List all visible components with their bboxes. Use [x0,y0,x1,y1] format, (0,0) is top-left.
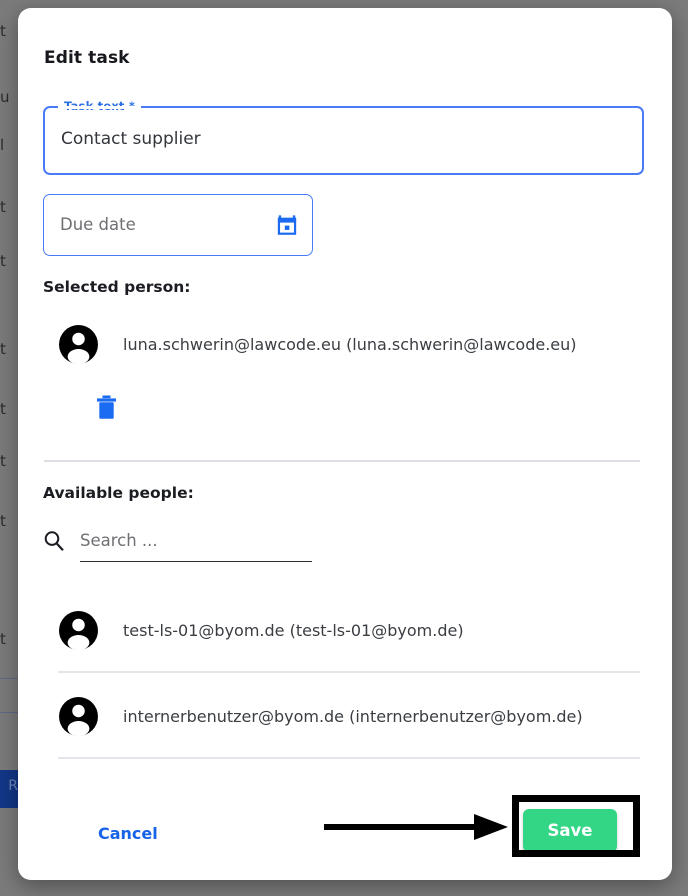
background-text-fragment: t [0,198,6,216]
background-text-fragment: t [0,452,6,470]
list-divider [58,671,640,673]
cancel-button[interactable]: Cancel [88,816,168,851]
background-text-fragment: t [0,400,6,418]
background-text-fragment: u [0,88,10,106]
background-nav-band-label: R [8,778,18,794]
background-text-fragment: t [0,630,6,648]
selected-person-heading: Selected person: [43,278,191,296]
selected-person-row[interactable]: luna.schwerin@lawcode.eu (luna.schwerin@… [35,316,577,372]
delete-selected-person-button[interactable] [90,390,122,424]
available-person-name: test-ls-01@byom.de (test-ls-01@byom.de) [123,620,464,640]
background-text-fragment: t [0,252,6,270]
dialog-title: Edit task [44,48,130,68]
search-icon [43,530,64,551]
background-text-fragment: t [0,340,6,358]
person-avatar-icon [58,696,99,737]
list-divider [58,757,640,759]
available-people-heading: Available people: [43,484,194,502]
available-person-name: internerbenutzer@byom.de (internerbenutz… [123,706,583,726]
person-avatar-icon [58,324,99,365]
available-person-row[interactable]: test-ls-01@byom.de (test-ls-01@byom.de) [35,602,464,658]
background-nav-band: R [0,770,19,808]
task-text-field[interactable]: Task text * Contact supplier [43,99,644,175]
trash-icon [96,395,117,420]
search-field[interactable] [43,524,313,564]
background-text-fragment: l [0,136,5,154]
due-date-placeholder: Due date [60,215,136,234]
save-button[interactable]: Save [523,809,617,852]
background-text-fragment: t [0,512,6,530]
search-input[interactable] [80,524,312,562]
person-avatar-icon [58,610,99,651]
background-text-fragment: t [0,22,6,40]
due-date-field[interactable]: Due date [43,194,313,256]
field-label-notch [58,106,141,109]
section-divider [44,460,640,462]
calendar-icon[interactable] [276,214,298,236]
edit-task-dialog: Edit task Task text * Contact supplier D… [18,8,672,880]
selected-person-name: luna.schwerin@lawcode.eu (luna.schwerin@… [123,334,577,354]
task-text-value: Contact supplier [61,129,201,149]
available-person-row[interactable]: internerbenutzer@byom.de (internerbenutz… [35,688,583,744]
